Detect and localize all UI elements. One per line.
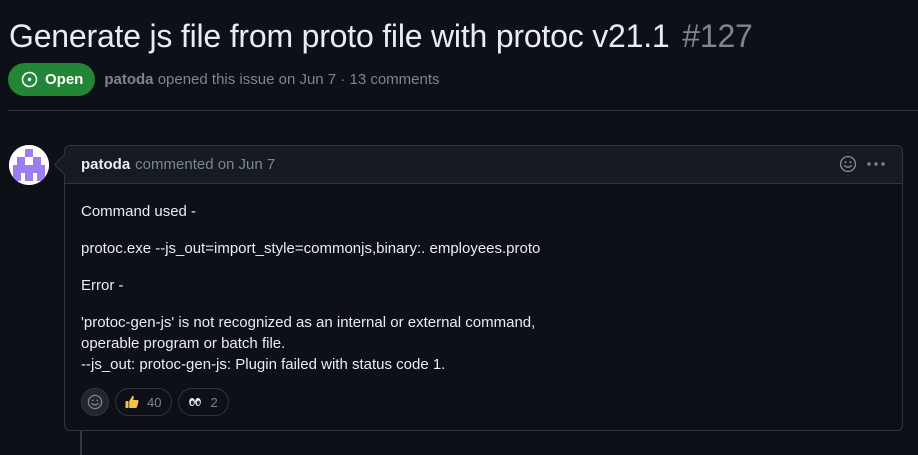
add-reaction-button[interactable] (81, 388, 109, 416)
state-label: Open (45, 71, 84, 88)
comment-line: Command used - (81, 203, 197, 220)
issue-page: Generate js file from proto file with pr… (0, 0, 918, 455)
issue-meta-summary: opened this issue on Jun 7 · 13 comments (157, 71, 440, 88)
comment-line: Error - (81, 277, 124, 294)
issue-title-text: Generate js file from proto file with pr… (9, 18, 670, 54)
comment-body: Command used - protoc.exe --js_out=impor… (65, 184, 902, 375)
comment-header: patoda commented on Jun 7 (65, 146, 902, 184)
issue-opened-icon (21, 71, 38, 88)
issue-title: Generate js file from proto file with pr… (9, 14, 753, 58)
timeline-line (80, 431, 82, 455)
issue-meta: Open patoda opened this issue on Jun 7 ·… (8, 63, 440, 96)
comment-author-link[interactable]: patoda (81, 156, 130, 173)
thumbs-up-icon (125, 395, 139, 408)
comment-timestamp[interactable]: commented on Jun 7 (135, 156, 275, 173)
kebab-menu-icon[interactable] (866, 155, 886, 177)
issue-author-link[interactable]: patoda (104, 71, 153, 88)
issue-comment: patoda commented on Jun 7 Command used -… (64, 145, 903, 431)
header-divider (8, 110, 918, 111)
avatar[interactable] (9, 145, 49, 185)
comment-header-actions (839, 155, 886, 177)
reaction-eyes-button[interactable]: 2 (178, 388, 229, 416)
reaction-count: 40 (147, 394, 162, 410)
comment-line: operable program or batch file. (81, 335, 286, 352)
reaction-count: 2 (210, 394, 218, 410)
comment-line: 'protoc-gen-js' is not recognized as an … (81, 314, 536, 331)
issue-number: #127 (682, 18, 753, 54)
open-state-badge: Open (8, 63, 96, 96)
add-reaction-smiley-icon[interactable] (839, 155, 857, 177)
eyes-icon (189, 398, 202, 406)
comment-line: --js_out: protoc-gen-js: Plugin failed w… (81, 356, 446, 373)
comment-line: protoc.exe --js_out=import_style=commonj… (81, 240, 541, 257)
smiley-icon (87, 394, 103, 410)
reaction-thumbs-up-button[interactable]: 40 (115, 388, 173, 416)
issue-meta-text: patoda opened this issue on Jun 7 · 13 c… (104, 71, 439, 88)
reactions-bar: 40 2 (81, 388, 229, 416)
